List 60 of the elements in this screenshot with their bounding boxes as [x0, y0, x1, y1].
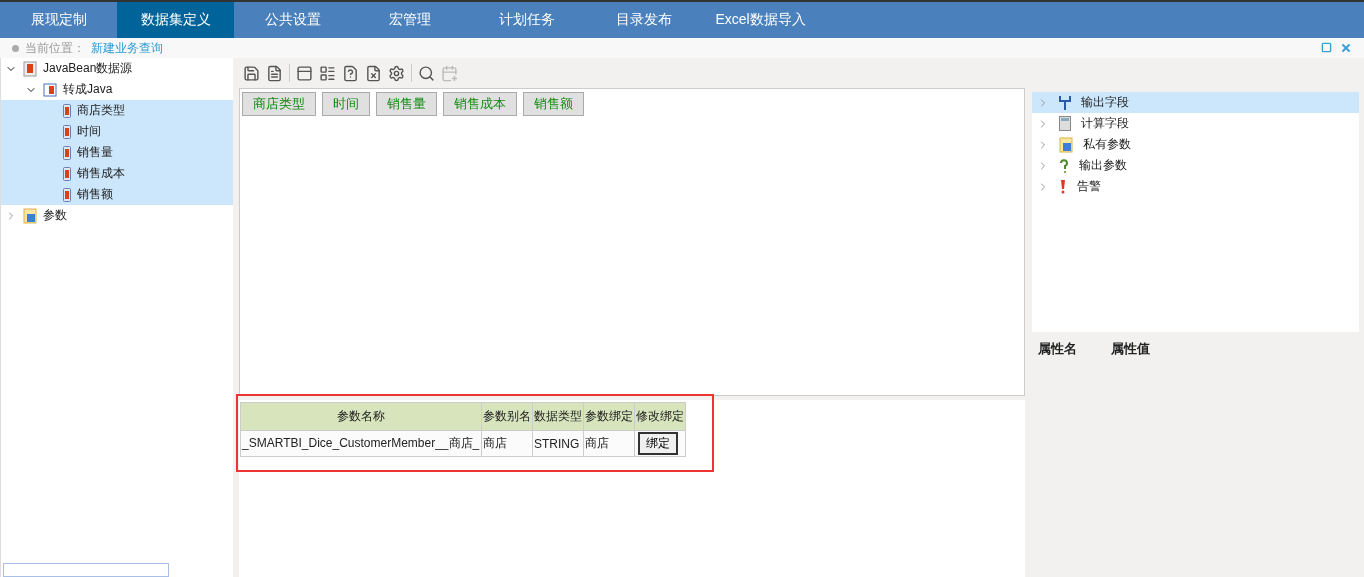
java-file-icon	[23, 60, 37, 77]
java-field-icon	[63, 124, 71, 139]
field-chip[interactable]: 销售成本	[443, 92, 517, 116]
column-header: 属性名	[1038, 340, 1077, 358]
nav-tab[interactable]: Excel数据导入	[702, 2, 819, 38]
field-chip[interactable]: 时间	[322, 92, 370, 116]
java-field-icon	[63, 103, 71, 118]
parameter-folder-icon	[23, 207, 37, 224]
tree-item[interactable]: 输出参数	[1032, 155, 1359, 176]
tree-item[interactable]: 商店类型	[1, 100, 233, 121]
column-header: 修改绑定	[634, 402, 686, 431]
tree-item[interactable]: 私有参数	[1032, 134, 1359, 155]
nav-tab[interactable]: 计划任务	[468, 2, 585, 38]
tree-item[interactable]: 告警	[1032, 176, 1359, 197]
maximize-icon[interactable]	[1321, 42, 1332, 53]
nav-tab[interactable]: 目录发布	[585, 2, 702, 38]
save-icon[interactable]	[243, 64, 260, 82]
field-chip[interactable]: 销售量	[376, 92, 437, 116]
fork-icon	[1059, 94, 1071, 111]
question-document-icon[interactable]	[342, 64, 359, 82]
tree-item[interactable]: 输出字段	[1032, 92, 1359, 113]
column-header: 参数绑定	[583, 402, 635, 431]
bullet-icon	[12, 44, 19, 52]
java-table-icon	[43, 82, 57, 97]
search-icon[interactable]	[418, 64, 435, 82]
tree-item[interactable]: 销售成本	[1, 163, 233, 184]
search-field[interactable]	[3, 563, 169, 577]
question-icon	[1059, 158, 1069, 173]
calculator-icon	[1059, 116, 1071, 131]
tree-item[interactable]: 销售量	[1, 142, 233, 163]
column-header: 数据类型	[532, 402, 584, 431]
tree-item[interactable]: JavaBean数据源	[1, 58, 233, 79]
java-field-icon	[63, 145, 71, 160]
java-field-icon	[63, 187, 71, 202]
parameter-folder-icon	[1059, 136, 1073, 153]
excel-document-icon[interactable]	[365, 64, 382, 82]
nav-tab[interactable]: 数据集定义	[117, 2, 234, 38]
field-chip[interactable]: 销售额	[523, 92, 584, 116]
settings-icon[interactable]	[388, 64, 405, 82]
layout-icon[interactable]	[319, 64, 336, 82]
tree-item[interactable]: 销售额	[1, 184, 233, 205]
tree-item[interactable]: 参数	[1, 205, 233, 226]
column-header: 属性值	[1111, 340, 1150, 358]
tree-item[interactable]: 转成Java	[1, 79, 233, 100]
nav-tab[interactable]: 宏管理	[351, 2, 468, 38]
nav-tab[interactable]: 展现定制	[0, 2, 117, 38]
bind-button[interactable]: 绑定	[638, 432, 678, 455]
panel-icon[interactable]	[296, 64, 313, 82]
breadcrumb-label: 当前位置：	[25, 39, 85, 57]
tree-item[interactable]: 时间	[1, 121, 233, 142]
document-icon[interactable]	[266, 64, 283, 82]
tree-item[interactable]: 计算字段	[1032, 113, 1359, 134]
field-chip[interactable]: 商店类型	[242, 92, 316, 116]
column-header: 参数名称	[240, 402, 482, 431]
nav-tab[interactable]: 公共设置	[234, 2, 351, 38]
java-field-icon	[63, 166, 71, 181]
column-header: 参数别名	[481, 402, 533, 431]
close-icon[interactable]	[1340, 42, 1352, 54]
table-cell: _SMARTBI_Dice_CustomerMember__商店_	[240, 430, 482, 457]
exclamation-icon	[1059, 179, 1067, 194]
